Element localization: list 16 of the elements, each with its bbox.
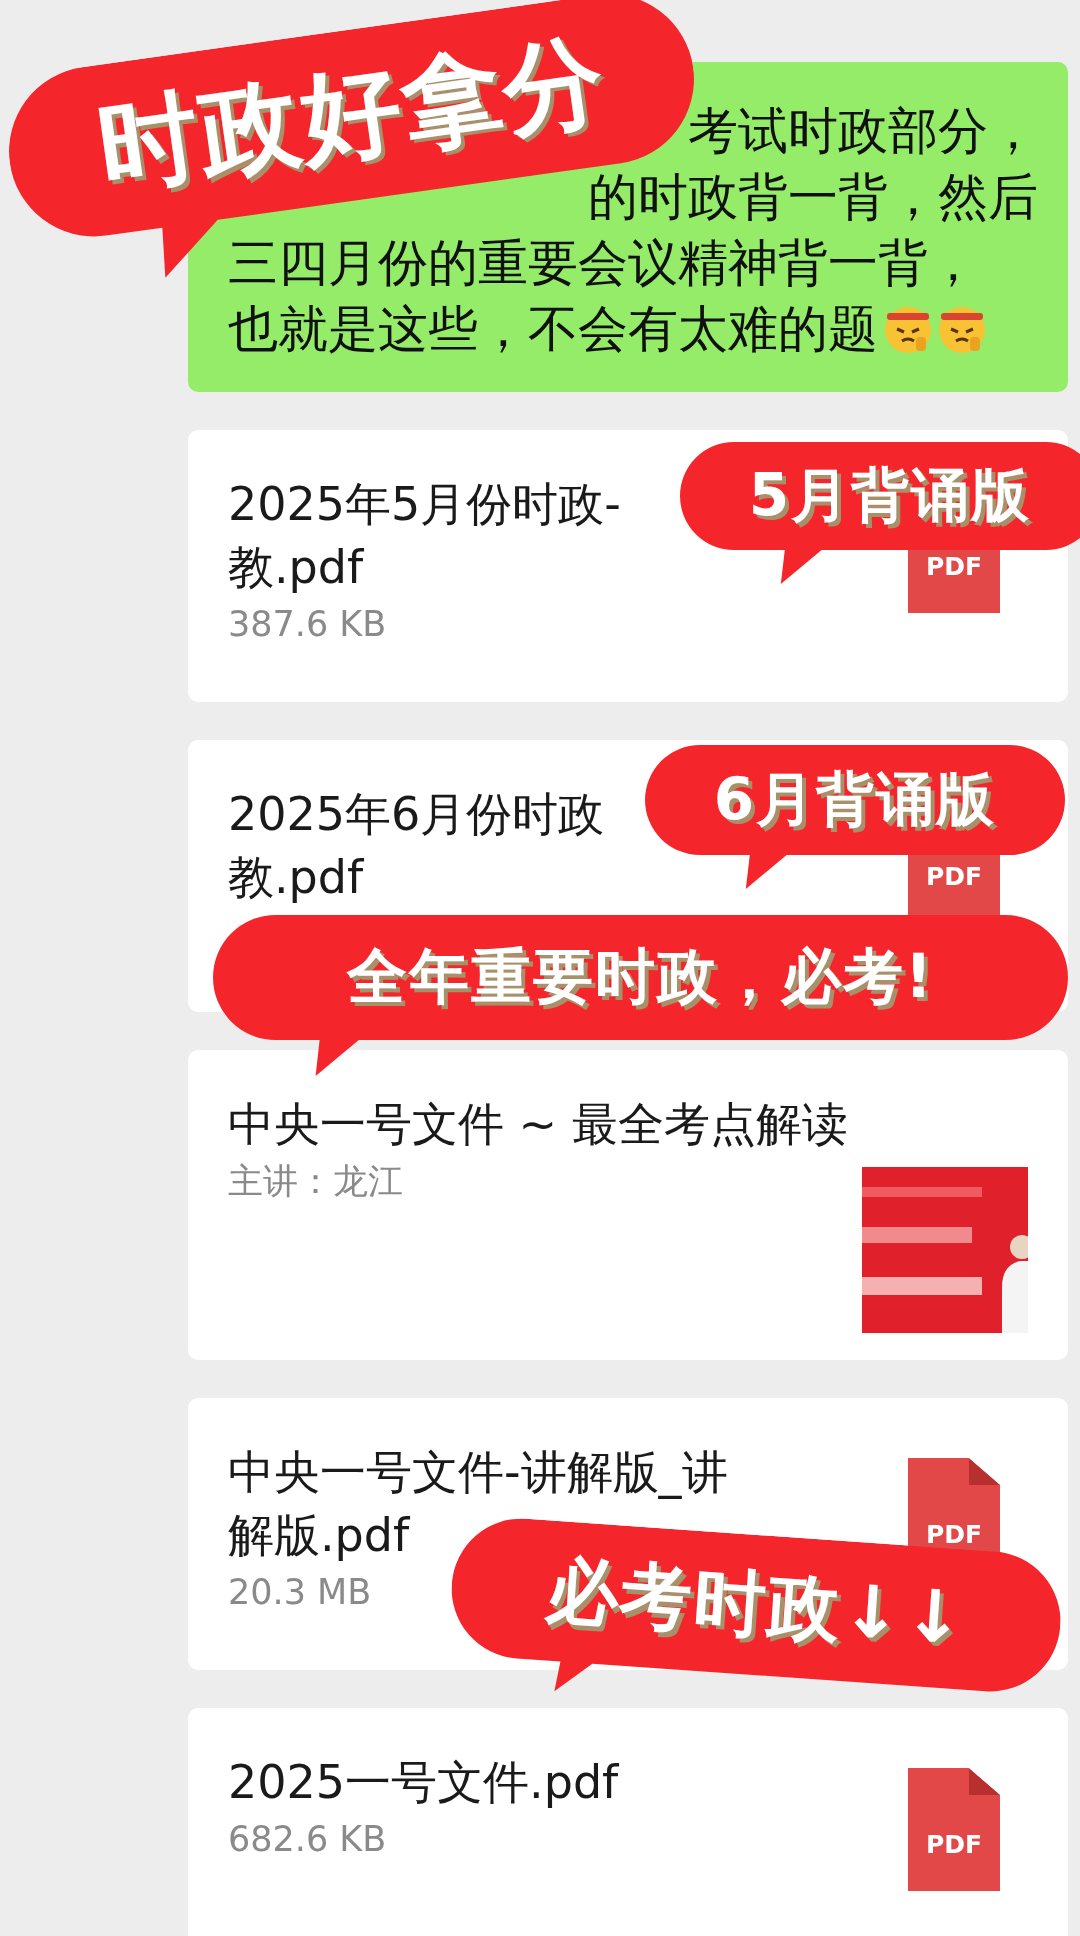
message-text: 的时政背一背，然后 (588, 167, 1038, 228)
file-size: 387.6 KB (228, 603, 387, 646)
file-name: 2025年6月份时政 教.pdf (228, 786, 605, 906)
file-size: 682.6 KB (228, 1818, 387, 1861)
file-message[interactable]: 2025一号文件.pdf 682.6 KB PDF (188, 1708, 1068, 1936)
file-size: 20.3 MB (228, 1571, 372, 1614)
file-name: 中央一号文件 ~ 最全考点解读 (228, 1096, 848, 1153)
message-text: 三四月份的重要会议精神背一背， (228, 233, 978, 294)
message-text: 考试时政部分， (688, 101, 1038, 162)
pdf-icon: PDF (908, 1768, 1000, 1891)
file-name: 2025一号文件.pdf (228, 1754, 619, 1811)
message-text: 也就是这些，不会有太难的题 (228, 299, 878, 360)
file-name: 2025年5月份时政- 教.pdf (228, 476, 621, 596)
link-message[interactable]: 中央一号文件 ~ 最全考点解读 主讲：龙江 (188, 1050, 1068, 1360)
link-subtitle: 主讲：龙江 (228, 1160, 403, 1203)
callout-tooltip: 全年重要时政，必考! (213, 915, 1068, 1076)
